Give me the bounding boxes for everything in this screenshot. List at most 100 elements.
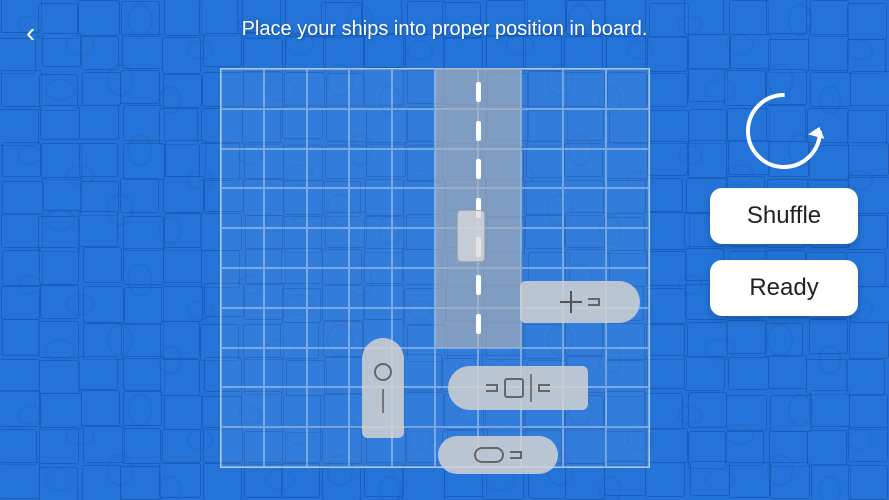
grid-cell[interactable]	[307, 228, 350, 268]
grid-cell[interactable]	[264, 69, 307, 109]
mosaic-cell	[849, 322, 889, 359]
grid-cell[interactable]	[392, 69, 435, 109]
mosaic-cell	[0, 429, 37, 465]
grid-cell[interactable]	[264, 188, 307, 228]
mosaic-cell	[162, 429, 201, 464]
mosaic-cell	[725, 431, 764, 465]
ship-single[interactable]	[457, 210, 485, 262]
grid-cell[interactable]	[264, 268, 307, 308]
grid-cell[interactable]	[221, 308, 264, 348]
grid-cell[interactable]	[264, 348, 307, 388]
mosaic-cell	[0, 109, 39, 146]
mosaic-cell	[2, 142, 41, 177]
mosaic-cell	[79, 143, 119, 177]
rotate-button-container[interactable]	[743, 90, 825, 172]
grid-cell[interactable]	[392, 109, 435, 149]
grid-cell[interactable]	[392, 149, 435, 189]
grid-cell[interactable]	[264, 109, 307, 149]
grid-cell[interactable]	[521, 228, 564, 268]
grid-cell[interactable]	[606, 387, 649, 427]
mosaic-cell	[728, 357, 769, 391]
grid-cell[interactable]	[307, 188, 350, 228]
grid-cell[interactable]	[521, 69, 564, 109]
ship-pill[interactable]	[438, 436, 558, 474]
grid-cell[interactable]	[221, 268, 264, 308]
grid-cell[interactable]	[606, 69, 649, 109]
grid-cell[interactable]	[264, 427, 307, 467]
grid-cell[interactable]	[307, 268, 350, 308]
mosaic-cell	[39, 427, 80, 464]
mosaic-cell	[120, 178, 160, 213]
grid-cell[interactable]	[606, 228, 649, 268]
road-dash	[476, 159, 481, 179]
grid-cell[interactable]	[221, 69, 264, 109]
grid-cell[interactable]	[392, 188, 435, 228]
grid-cell[interactable]	[349, 228, 392, 268]
mosaic-cell	[402, 465, 444, 500]
grid-cell[interactable]	[221, 188, 264, 228]
grid-cell[interactable]	[349, 69, 392, 109]
mosaic-cell	[322, 466, 361, 500]
grid-cell[interactable]	[349, 188, 392, 228]
mosaic-cell	[645, 178, 684, 212]
shuffle-button[interactable]: Shuffle	[710, 188, 858, 244]
ready-button[interactable]: Ready	[710, 260, 858, 316]
grid-cell[interactable]	[606, 188, 649, 228]
grid-cell[interactable]	[563, 149, 606, 189]
grid-cell[interactable]	[307, 348, 350, 388]
grid-cell[interactable]	[221, 427, 264, 467]
grid-cell[interactable]	[307, 109, 350, 149]
mosaic-cell	[688, 392, 727, 428]
grid-cell[interactable]	[606, 348, 649, 388]
mosaic-cell	[647, 141, 688, 176]
grid-cell[interactable]	[563, 188, 606, 228]
grid-cell[interactable]	[349, 268, 392, 308]
grid-cell[interactable]	[264, 387, 307, 427]
mosaic-cell	[39, 467, 78, 500]
grid-cell[interactable]	[221, 109, 264, 149]
mosaic-cell	[160, 321, 200, 359]
grid-cell[interactable]	[563, 427, 606, 467]
grid-cell[interactable]	[563, 69, 606, 109]
grid-cell[interactable]	[563, 109, 606, 149]
grid-cell[interactable]	[221, 348, 264, 388]
grid-cell[interactable]	[521, 188, 564, 228]
mosaic-cell	[1, 213, 43, 247]
mosaic-cell	[41, 143, 83, 180]
mosaic-cell	[645, 462, 685, 497]
grid-cell[interactable]	[563, 228, 606, 268]
grid-cell[interactable]	[349, 149, 392, 189]
mosaic-cell	[164, 395, 203, 430]
grid-cell[interactable]	[392, 268, 435, 308]
grid-cell[interactable]	[521, 109, 564, 149]
grid-cell[interactable]	[221, 228, 264, 268]
grid-cell[interactable]	[264, 308, 307, 348]
grid-cell[interactable]	[307, 69, 350, 109]
mosaic-cell	[770, 462, 810, 499]
grid-cell[interactable]	[221, 149, 264, 189]
ship-horizontal-left[interactable]	[448, 366, 588, 410]
grid-cell[interactable]	[521, 149, 564, 189]
grid-cell[interactable]	[392, 308, 435, 348]
mosaic-cell	[83, 426, 125, 463]
grid-cell[interactable]	[264, 149, 307, 189]
mosaic-cell	[40, 393, 82, 430]
ship-horizontal-right[interactable]	[520, 281, 640, 323]
mosaic-cell	[0, 359, 40, 393]
mosaic-cell	[81, 390, 120, 426]
mosaic-cell	[768, 39, 808, 73]
grid-cell[interactable]	[606, 427, 649, 467]
grid-cell[interactable]	[392, 228, 435, 268]
grid-cell[interactable]	[606, 109, 649, 149]
grid-cell[interactable]	[307, 387, 350, 427]
grid-cell[interactable]	[307, 308, 350, 348]
grid-cell[interactable]	[221, 387, 264, 427]
grid-cell[interactable]	[307, 149, 350, 189]
grid-cell[interactable]	[307, 427, 350, 467]
mosaic-cell	[684, 356, 724, 392]
grid-cell[interactable]	[349, 109, 392, 149]
grid-cell[interactable]	[606, 149, 649, 189]
ship-vertical-circle[interactable]	[362, 338, 404, 438]
grid-cell[interactable]	[264, 228, 307, 268]
mosaic-cell	[162, 37, 202, 74]
